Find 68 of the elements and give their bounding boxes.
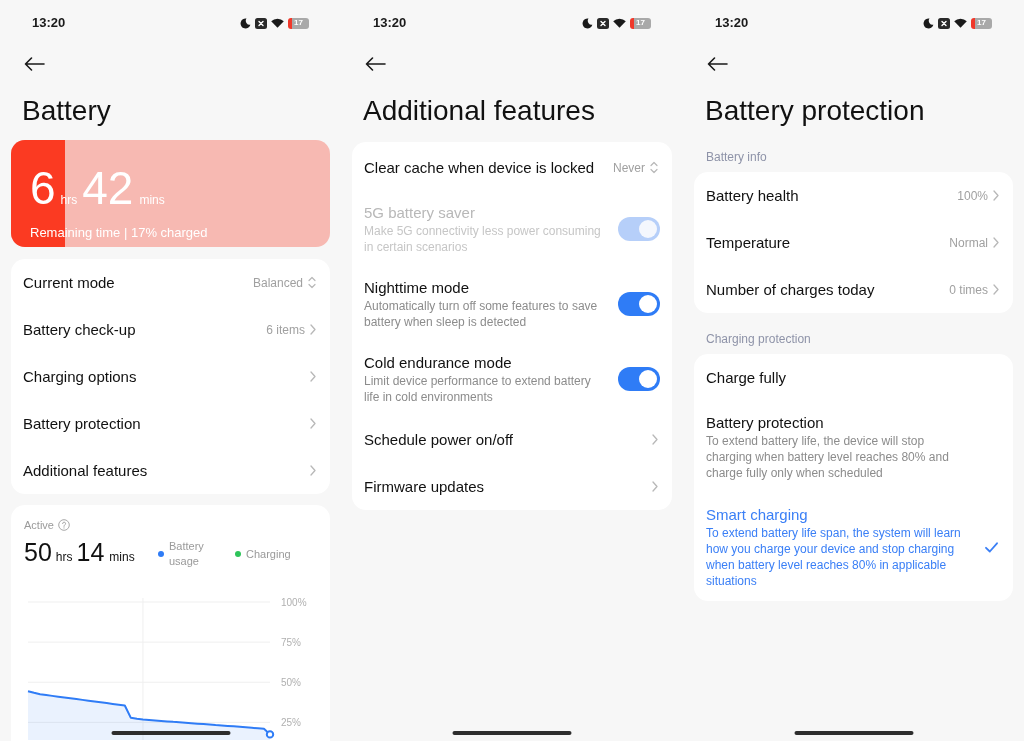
active-duration: 50 hrs 14 mins [24, 536, 135, 568]
moon-icon [240, 17, 251, 29]
charging-option[interactable]: Smart charging To extend battery life span, the system will learn how you charge your device and stop charging when battery level reaches 80% in applicable situations [694, 493, 1013, 601]
battery-percentage: 17 [636, 19, 645, 27]
x-box-icon [597, 17, 609, 29]
chevron-right-icon [310, 371, 316, 382]
checkmark-icon [985, 541, 998, 553]
settings-row[interactable]: Number of charges today 0 times [694, 266, 1013, 313]
settings-row[interactable]: Temperature Normal [694, 219, 1013, 266]
chevron-right-icon [993, 284, 999, 295]
settings-row[interactable]: Firmware updates [352, 463, 672, 510]
settings-row[interactable]: Schedule power on/off [352, 416, 672, 463]
settings-row[interactable]: Battery protection [11, 400, 330, 447]
settings-row[interactable]: Battery health 100% [694, 172, 1013, 219]
status-time: 13:20 [373, 15, 407, 31]
chevron-right-icon [310, 418, 316, 429]
x-box-icon [938, 17, 950, 29]
charging-option[interactable]: Battery protection To extend battery life, the device will stop charging when battery level reaches 80% and charge fully only when scheduled [694, 401, 1013, 493]
axis-tick-label: 75% [281, 636, 301, 648]
chevron-right-icon [993, 190, 999, 201]
chevron-right-icon [310, 324, 316, 335]
wifi-icon [271, 18, 284, 28]
x-box-icon [255, 17, 267, 29]
charging-option[interactable]: Charge fully [694, 354, 1013, 401]
back-button[interactable] [707, 57, 728, 71]
legend-label: Battery usage [169, 539, 205, 569]
chevron-right-icon [652, 481, 658, 492]
settings-row[interactable]: Current mode Balanced [11, 259, 330, 306]
chevron-right-icon [310, 465, 316, 476]
settings-row[interactable]: Clear cache when device is locked Never [352, 144, 672, 191]
status-time: 13:20 [32, 15, 66, 31]
axis-tick-label: 50% [281, 676, 301, 688]
help-icon [57, 519, 70, 531]
settings-row[interactable]: Battery check-up 6 items [11, 306, 330, 353]
page-title: Additional features [363, 94, 595, 128]
moon-icon [923, 17, 934, 29]
moon-icon [582, 17, 593, 29]
axis-tick-label: 25% [281, 716, 301, 728]
wifi-icon [613, 18, 626, 28]
back-arrow-icon [707, 57, 728, 71]
legend-label: Charging [246, 546, 291, 562]
active-label: Active [24, 518, 54, 532]
back-arrow-icon [24, 57, 45, 71]
chevron-right-icon [652, 434, 658, 445]
battery-percentage: 17 [977, 19, 986, 27]
setting-title: Cold endurance mode [364, 352, 512, 373]
settings-row[interactable]: Charging options [11, 353, 330, 400]
section-heading: Charging protection [706, 331, 811, 347]
page-title: Battery [22, 94, 111, 128]
toggle-switch[interactable] [618, 291, 660, 316]
battery-percentage: 17 [294, 19, 303, 27]
status-time: 13:20 [715, 15, 749, 31]
back-button[interactable] [365, 57, 386, 71]
back-arrow-icon [365, 57, 386, 71]
chevron-right-icon [993, 237, 999, 248]
page-title: Battery protection [705, 94, 925, 128]
up-down-chevron-icon [308, 276, 316, 289]
back-button[interactable] [24, 57, 45, 71]
wifi-icon [954, 18, 967, 28]
setting-title: Nighttime mode [364, 277, 470, 298]
section-heading: Battery info [706, 149, 767, 165]
setting-description: Limit device performance to extend battery life in cold environments [364, 372, 592, 405]
setting-description: Automatically turn off some features to save battery when sleep is detected [364, 297, 599, 330]
up-down-chevron-icon [650, 161, 658, 174]
axis-tick-label: 100% [281, 596, 307, 608]
setting-title: 5G battery saver [364, 202, 475, 223]
settings-row[interactable]: Additional features [11, 447, 330, 494]
toggle-switch[interactable] [618, 366, 660, 391]
